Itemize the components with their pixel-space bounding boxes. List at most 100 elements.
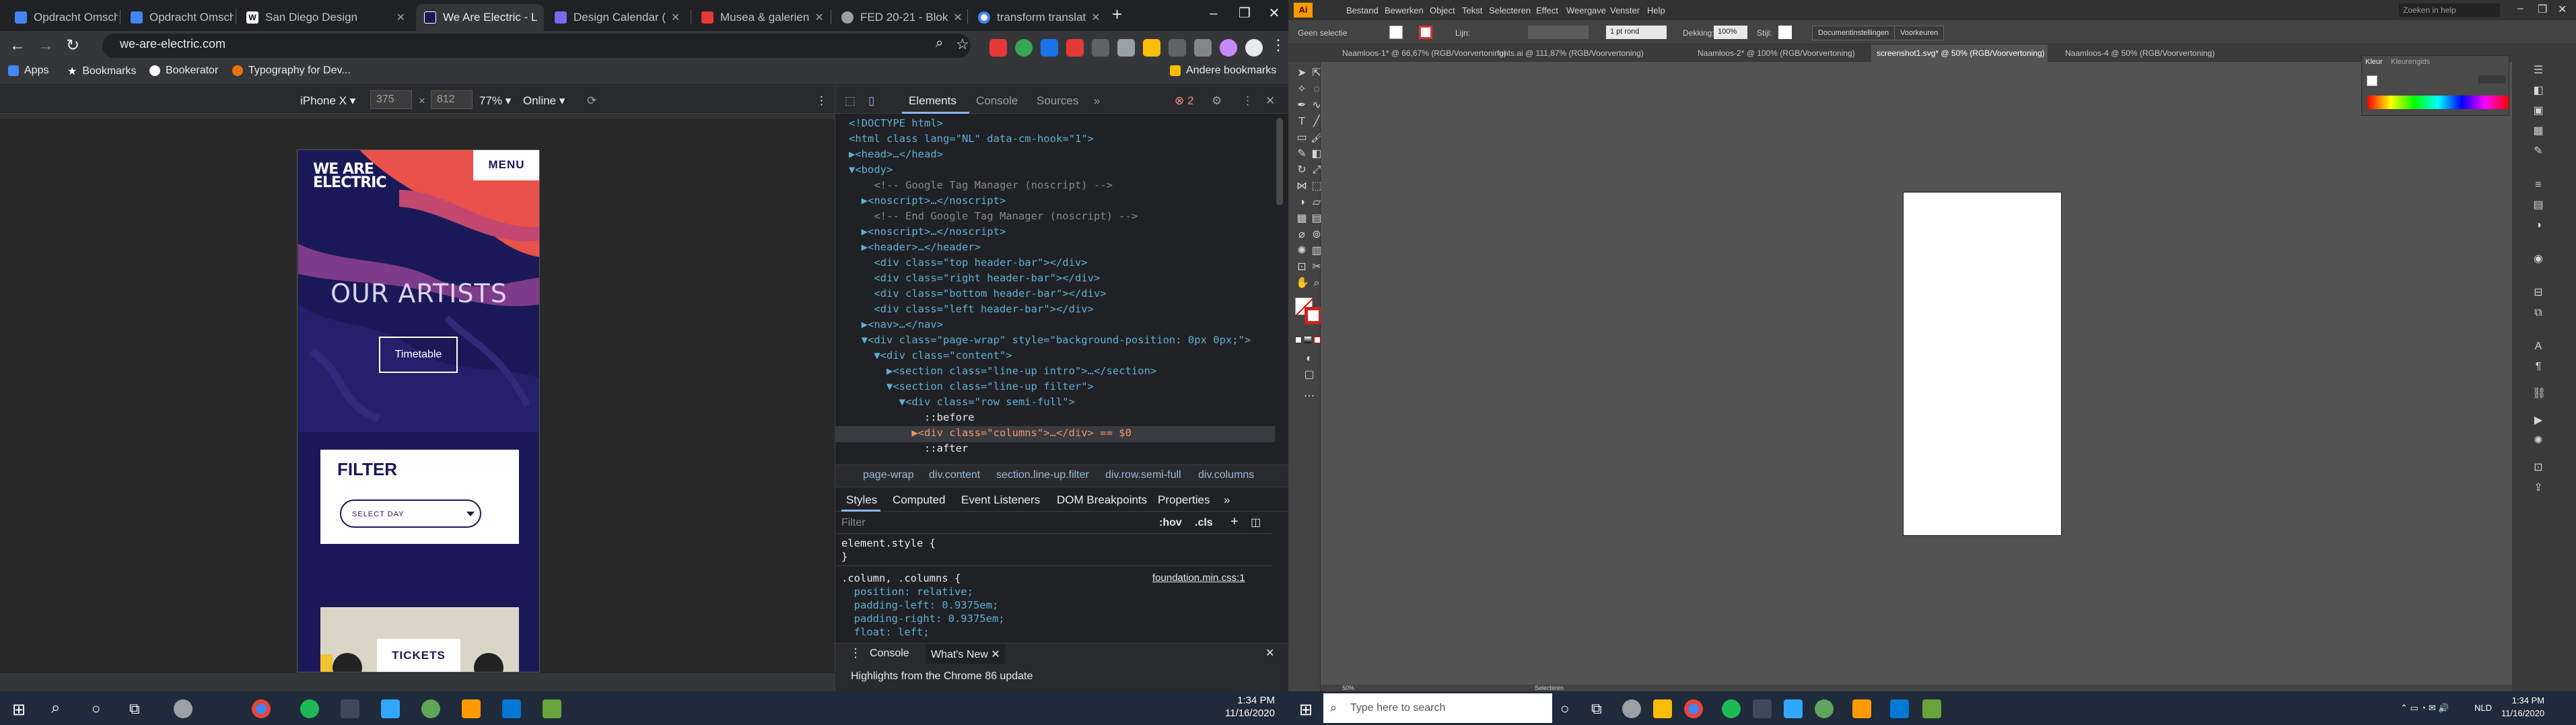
- pathfinder-icon[interactable]: ⧉: [2532, 307, 2544, 319]
- profile-icon[interactable]: [1245, 39, 1263, 57]
- artboard-tool-icon[interactable]: ⊡: [1296, 261, 1308, 273]
- doc-tab-4[interactable]: screenshot1.svg* @ 50% (RGB/Voorvertonin…: [1877, 48, 2045, 58]
- menu-weergave[interactable]: Weergave: [1566, 5, 1606, 15]
- menu-bewerken[interactable]: Bewerken: [1385, 5, 1424, 15]
- dom-line[interactable]: ▶<head>…</head>: [849, 147, 943, 162]
- maximize-icon[interactable]: ❐: [2538, 3, 2547, 16]
- dom-line[interactable]: <!DOCTYPE html>: [849, 116, 943, 131]
- height-input[interactable]: 812: [431, 90, 473, 109]
- style-rule[interactable]: element.style {: [841, 537, 936, 549]
- dom-line[interactable]: ▶<nav>…</nav>: [849, 317, 943, 333]
- more-options-icon[interactable]: ⋮: [816, 94, 827, 108]
- cls-toggle[interactable]: .cls: [1195, 517, 1213, 529]
- kebab-menu-icon[interactable]: ⋮: [1242, 94, 1253, 108]
- hand-tool-icon[interactable]: ✋: [1296, 277, 1309, 289]
- menu-object[interactable]: Object: [1430, 5, 1455, 15]
- task-view-icon[interactable]: ⧉: [1591, 700, 1602, 718]
- device-select[interactable]: iPhone X ▾: [300, 94, 355, 108]
- app-icon[interactable]: [543, 699, 561, 718]
- menu-venster[interactable]: Venster: [1610, 5, 1640, 15]
- style-prop[interactable]: padding-right: 0.9375em;: [841, 613, 1005, 625]
- windows-start-icon[interactable]: ⊞: [12, 700, 26, 720]
- explorer-icon[interactable]: [1753, 699, 1772, 718]
- tray-icons[interactable]: ⌃ ▭ ◔ ✉ 🔊: [2400, 703, 2449, 714]
- layers-icon[interactable]: ◧: [2532, 85, 2544, 97]
- crumb-page-wrap[interactable]: page-wrap: [863, 469, 914, 481]
- drawer-tab-whats-new[interactable]: What's New ✕: [926, 644, 1006, 664]
- eyedropper-icon[interactable]: ⌀: [1296, 229, 1308, 241]
- photoshop-icon[interactable]: [1784, 699, 1803, 718]
- type-tool-icon[interactable]: T: [1296, 116, 1308, 128]
- style-prop[interactable]: float: left;: [841, 626, 930, 638]
- dom-line[interactable]: ▼<div class="row semi-full">: [849, 394, 1075, 410]
- error-badge[interactable]: ⊗ 2: [1175, 94, 1193, 108]
- search-icon[interactable]: ⌕: [51, 699, 60, 718]
- properties-icon[interactable]: ☰: [2532, 65, 2544, 77]
- more-tools-icon[interactable]: ⋯: [1303, 390, 1315, 403]
- doc-tab-5[interactable]: Naamloos-4 @ 50% (RGB/Voorvertoning): [2065, 48, 2215, 58]
- dom-line[interactable]: <html class lang="NL" data-cm-hook="1">: [849, 131, 1094, 147]
- add-rule-icon[interactable]: +: [1230, 514, 1239, 530]
- tab-transform[interactable]: transform translat ✕: [970, 4, 1108, 31]
- close-icon[interactable]: ✕: [1265, 646, 1274, 660]
- illustrator-icon[interactable]: [1852, 699, 1871, 718]
- timetable-button[interactable]: Timetable: [379, 337, 458, 373]
- windows-start-icon[interactable]: ⊞: [1299, 700, 1313, 720]
- symbol-sprayer-icon[interactable]: ✺: [1296, 245, 1308, 257]
- tab-computed[interactable]: Computed: [893, 493, 945, 507]
- inspect-icon[interactable]: ⬚: [845, 94, 856, 108]
- shaper-icon[interactable]: ✎: [1296, 148, 1308, 160]
- photoshop-icon[interactable]: [381, 699, 400, 718]
- more-tabs-icon[interactable]: »: [1224, 493, 1230, 507]
- spotify-icon[interactable]: [300, 699, 319, 718]
- extension-icon[interactable]: [989, 39, 1007, 57]
- more-tabs-icon[interactable]: »: [1094, 94, 1100, 108]
- app-icon[interactable]: [1815, 699, 1834, 718]
- gear-icon[interactable]: ⚙: [1212, 94, 1222, 108]
- close-icon[interactable]: ✕: [537, 11, 544, 24]
- doc-tab-2[interactable]: fonts.ai @ 111,87% (RGB/Voorvertoning): [1497, 48, 1644, 58]
- panel-tab-kleurengids[interactable]: Kleurengids: [2391, 58, 2430, 66]
- menu-effect[interactable]: Effect: [1536, 5, 1558, 15]
- menu-help[interactable]: Help: [1647, 5, 1665, 15]
- other-bookmarks[interactable]: Andere bookmarks: [1170, 65, 1276, 77]
- style-prop[interactable]: position: relative;: [841, 586, 973, 598]
- actions-icon[interactable]: ▶: [2532, 415, 2544, 427]
- extension-icon[interactable]: [1143, 39, 1160, 57]
- bookmark-apps[interactable]: Apps: [8, 65, 48, 77]
- kebab-menu-icon[interactable]: ⋮: [1271, 36, 1286, 54]
- avatar[interactable]: [1220, 39, 1237, 57]
- close-window-icon[interactable]: ✕: [2558, 3, 2567, 16]
- tab-san-diego[interactable]: W San Diego Design ✕: [238, 4, 413, 31]
- drawer-tab-console[interactable]: Console: [870, 648, 909, 660]
- minimize-icon[interactable]: –: [1198, 0, 1229, 27]
- bookmark-bookmarks[interactable]: ★ Bookmarks: [67, 65, 136, 78]
- menu-selecteren[interactable]: Selecteren: [1489, 5, 1531, 15]
- width-input[interactable]: 375: [370, 90, 412, 109]
- panel-tab-kleur[interactable]: Kleur: [2365, 58, 2383, 66]
- reload-icon[interactable]: ↻: [62, 35, 83, 57]
- color-spectrum[interactable]: [2367, 96, 2509, 109]
- swatches-icon[interactable]: ▦: [2532, 125, 2544, 137]
- dom-line[interactable]: ▶<noscript>…</noscript>: [849, 193, 1006, 209]
- style-prop[interactable]: padding-left: 0.9375em;: [841, 599, 999, 611]
- puzzle-icon[interactable]: [1169, 39, 1186, 57]
- none-mode-icon[interactable]: [1314, 337, 1321, 343]
- extension-icon[interactable]: [1092, 39, 1109, 57]
- close-icon[interactable]: ✕: [809, 11, 823, 24]
- crumb-section[interactable]: section.line-up.filter: [996, 469, 1089, 481]
- stroke-profile[interactable]: [1528, 26, 1589, 39]
- maximize-icon[interactable]: ❐: [1229, 0, 1260, 27]
- links-icon[interactable]: ⛓: [2532, 388, 2546, 400]
- close-icon[interactable]: ✕: [391, 11, 405, 24]
- transparency-icon[interactable]: ◑: [2532, 219, 2544, 232]
- dom-line[interactable]: <div class="bottom header-bar"></div>: [849, 286, 1106, 302]
- style-selector[interactable]: .column, .columns {: [841, 572, 961, 584]
- stroke-color[interactable]: [1304, 307, 1322, 324]
- chrome-icon[interactable]: [252, 699, 271, 718]
- star-icon[interactable]: ☆: [956, 36, 969, 53]
- task-view-icon[interactable]: ⧉: [129, 700, 140, 718]
- tab-design-calendar[interactable]: Design Calendar (✕: [547, 4, 688, 31]
- dom-line[interactable]: ▶<header>…</header>: [849, 240, 981, 255]
- tab-dom-breakpoints[interactable]: DOM Breakpoints: [1057, 493, 1147, 507]
